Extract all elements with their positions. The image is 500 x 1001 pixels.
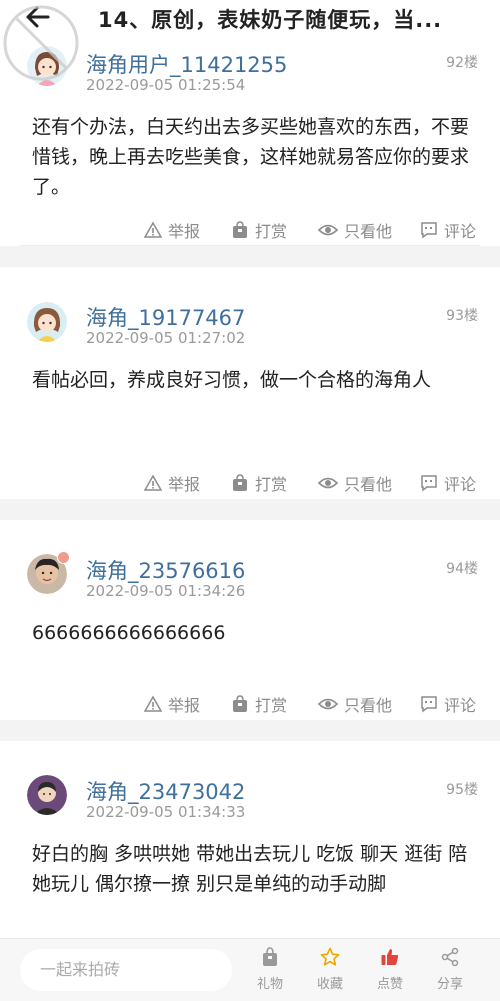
warning-icon <box>144 221 162 238</box>
comment-text: 看帖必回，养成良好习惯，做一个合格的海角人 <box>32 369 432 391</box>
comment-button[interactable]: 评论 <box>420 468 476 498</box>
username[interactable]: 海角_23576616 <box>86 555 245 585</box>
comment-card: 海角_19177467 2022-09-05 01:27:02 93楼 看帖必回… <box>0 267 500 499</box>
comment-card: 海角_23576616 2022-09-05 01:34:26 94楼 6666… <box>0 520 500 720</box>
report-label: 举报 <box>168 475 201 494</box>
man-avatar-icon <box>27 775 67 815</box>
comment-button[interactable]: 评论 <box>420 689 476 719</box>
action-row: 举报 打赏 只看他 评论 <box>0 468 500 498</box>
girl-avatar-icon <box>27 302 67 342</box>
eye-icon <box>318 477 338 489</box>
eye-icon <box>318 224 338 236</box>
comment-label: 评论 <box>444 696 477 715</box>
reward-button[interactable]: 打赏 <box>231 468 287 498</box>
like-button[interactable]: 点赞 <box>370 947 410 992</box>
eye-icon <box>318 698 338 710</box>
gift-button[interactable]: 礼物 <box>250 947 290 992</box>
only-him-label: 只看他 <box>344 696 393 715</box>
gift-bag-icon <box>233 221 247 238</box>
comment-text: 还有个办法，白天约出去多买些她喜欢的东西，不要惜钱，晚上再去吃些美食，这样她就易… <box>32 116 470 198</box>
watermark-stamp-icon <box>3 5 79 81</box>
floor-number: 94楼 <box>446 561 478 577</box>
avatar[interactable] <box>27 775 67 815</box>
action-row: 举报 打赏 只看他 评论 <box>0 215 500 245</box>
post-time: 2022-09-05 01:27:02 <box>86 329 246 347</box>
floor-number: 95楼 <box>446 782 478 798</box>
report-button[interactable]: 举报 <box>144 689 200 719</box>
action-row: 举报 打赏 只看他 评论 <box>0 689 500 719</box>
like-label: 点赞 <box>376 977 403 992</box>
reward-label: 打赏 <box>255 696 288 715</box>
badge-icon <box>57 551 70 564</box>
only-him-label: 只看他 <box>344 475 393 494</box>
comment-icon <box>421 222 437 239</box>
comment-input[interactable]: 一起来拍砖 <box>20 949 232 991</box>
reward-button[interactable]: 打赏 <box>231 689 287 719</box>
favorite-button[interactable]: 收藏 <box>310 947 350 992</box>
report-label: 举报 <box>168 222 201 241</box>
comment-icon <box>421 475 437 492</box>
floor-number: 92楼 <box>446 55 478 71</box>
reward-label: 打赏 <box>255 222 288 241</box>
gift-bag-icon <box>233 474 247 491</box>
comment-text: 6666666666666666 <box>32 622 226 644</box>
only-him-label: 只看他 <box>344 222 393 241</box>
reward-label: 打赏 <box>255 475 288 494</box>
gift-bag-icon <box>263 947 277 966</box>
gift-label: 礼物 <box>256 977 283 992</box>
star-icon <box>320 947 340 966</box>
post-time: 2022-09-05 01:25:54 <box>86 76 246 94</box>
comment-button[interactable]: 评论 <box>420 215 476 245</box>
post-time: 2022-09-05 01:34:33 <box>86 803 246 821</box>
comment-text: 好白的胸 多哄哄她 带她出去玩儿 吃饭 聊天 逛街 陪她玩儿 偶尔撩一撩 别只是… <box>32 843 468 895</box>
divider <box>20 245 480 246</box>
only-him-button[interactable]: 只看他 <box>318 689 392 719</box>
share-button[interactable]: 分享 <box>430 947 470 992</box>
comment-icon <box>421 696 437 713</box>
comment-card: 海角_23473042 2022-09-05 01:34:33 95楼 好白的胸… <box>0 741 500 941</box>
share-label: 分享 <box>436 977 463 992</box>
share-icon <box>441 947 459 967</box>
page-title: 14、原创，表妹奶子随便玩，当... <box>98 8 443 32</box>
floor-number: 93楼 <box>446 308 478 324</box>
comment-label: 评论 <box>444 475 477 494</box>
bottom-bar: 一起来拍砖 礼物 收藏 点赞 分享 <box>0 938 500 1001</box>
favorite-label: 收藏 <box>316 977 343 992</box>
username[interactable]: 海角_23473042 <box>86 776 245 806</box>
warning-icon <box>144 474 162 491</box>
report-label: 举报 <box>168 696 201 715</box>
report-button[interactable]: 举报 <box>144 215 200 245</box>
thumbs-up-icon <box>381 949 399 965</box>
avatar[interactable] <box>27 302 67 342</box>
reward-button[interactable]: 打赏 <box>231 215 287 245</box>
report-button[interactable]: 举报 <box>144 468 200 498</box>
only-him-button[interactable]: 只看他 <box>318 215 392 245</box>
username[interactable]: 海角用户_11421255 <box>86 49 287 79</box>
only-him-button[interactable]: 只看他 <box>318 468 392 498</box>
gift-bag-icon <box>233 695 247 712</box>
post-time: 2022-09-05 01:34:26 <box>86 582 246 600</box>
warning-icon <box>144 695 162 712</box>
username[interactable]: 海角_19177467 <box>86 302 245 332</box>
comment-label: 评论 <box>444 222 477 241</box>
